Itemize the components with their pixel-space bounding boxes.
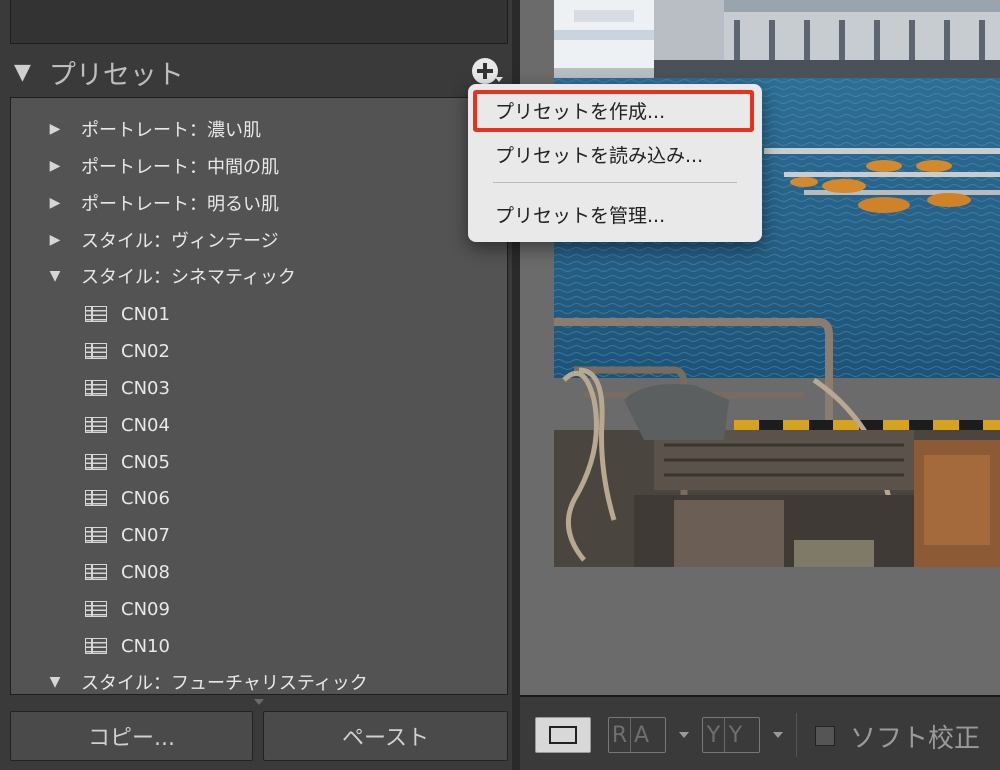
preset-list-icon xyxy=(85,306,107,322)
preset-list-icon xyxy=(85,527,107,543)
preset-group-label: スタイル：ヴィンテージ xyxy=(81,231,279,252)
preset-group-vintage[interactable]: ▶ スタイル：ヴィンテージ xyxy=(11,222,279,258)
before-after-ra-button[interactable]: R A xyxy=(608,717,666,753)
preset-group-portrait-light[interactable]: ▶ ポートレート：明るい肌 xyxy=(11,185,279,221)
soft-proof-label[interactable]: ソフト校正 xyxy=(850,716,980,756)
preset-label: CN01 xyxy=(121,303,170,325)
menu-item-import-presets[interactable]: プリセットを読み込み... xyxy=(468,136,762,172)
preset-group-label: スタイル：フューチャリスティック xyxy=(81,673,368,694)
preset-label: CN09 xyxy=(121,598,170,620)
preset-label: CN06 xyxy=(121,487,170,509)
ra-right-letter: A xyxy=(633,722,650,748)
loupe-view-button[interactable] xyxy=(535,717,591,753)
preset-group-portrait-medium[interactable]: ▶ ポートレート：中間の肌 xyxy=(11,148,279,184)
preset-list-icon xyxy=(85,638,107,654)
presets-panel-header[interactable]: ▼ プリセット xyxy=(14,52,184,92)
highlight-annotation-box xyxy=(473,90,754,132)
preset-label: CN03 xyxy=(121,377,170,399)
preset-group-label: スタイル：シネマティック xyxy=(81,267,296,288)
preset-label: CN07 xyxy=(121,524,170,546)
preset-label: CN08 xyxy=(121,561,170,583)
preset-tree: ▶ ポートレート：濃い肌 ▶ ポートレート：中間の肌 ▶ ポートレート：明るい肌… xyxy=(10,97,508,695)
yy-left-letter: Y xyxy=(703,718,725,752)
preset-group-cinematic[interactable]: ▼ スタイル：シネマティック xyxy=(11,258,296,294)
preset-group-portrait-dark[interactable]: ▶ ポートレート：濃い肌 xyxy=(11,111,261,147)
before-after-yy-button[interactable]: Y Y xyxy=(702,717,760,753)
preset-item-cn06[interactable]: CN06 xyxy=(11,480,170,516)
ra-dropdown-icon[interactable] xyxy=(679,732,689,738)
preset-label: CN10 xyxy=(121,635,170,657)
preset-item-cn07[interactable]: CN07 xyxy=(11,517,170,553)
triangle-right-icon[interactable]: ▶ xyxy=(47,121,63,137)
preset-list-icon xyxy=(85,564,107,580)
preset-item-cn05[interactable]: CN05 xyxy=(11,444,170,480)
yy-right-letter: Y xyxy=(728,722,743,748)
preset-list-icon xyxy=(85,490,107,506)
preset-group-label: ポートレート：濃い肌 xyxy=(81,120,261,141)
triangle-right-icon[interactable]: ▶ xyxy=(47,158,63,174)
preset-group-futuristic[interactable]: ▼ スタイル：フューチャリスティック xyxy=(11,664,368,694)
triangle-right-icon[interactable]: ▶ xyxy=(47,195,63,211)
preset-group-label: ポートレート：中間の肌 xyxy=(81,157,279,178)
preset-item-cn04[interactable]: CN04 xyxy=(11,407,170,443)
preset-group-label: ポートレート：明るい肌 xyxy=(81,194,279,215)
collapse-triangle-icon[interactable]: ▼ xyxy=(14,60,31,85)
triangle-down-icon[interactable]: ▼ xyxy=(47,674,63,690)
triangle-down-icon[interactable]: ▼ xyxy=(47,268,63,284)
preset-list-icon xyxy=(85,454,107,470)
upper-panel-box xyxy=(10,0,508,44)
menu-item-manage-presets[interactable]: プリセットを管理... xyxy=(468,196,762,232)
preset-item-cn02[interactable]: CN02 xyxy=(11,333,170,369)
preset-label: CN04 xyxy=(121,414,170,436)
paste-button[interactable]: ペースト xyxy=(263,711,508,761)
copy-button[interactable]: コピー... xyxy=(10,711,253,761)
dropdown-caret-icon xyxy=(495,77,503,82)
preset-label: CN05 xyxy=(121,451,170,473)
preset-item-cn09[interactable]: CN09 xyxy=(11,591,170,627)
toolbar-separator xyxy=(796,713,797,757)
preset-list-icon xyxy=(85,343,107,359)
preset-item-cn03[interactable]: CN03 xyxy=(11,370,170,406)
preset-list-icon xyxy=(85,417,107,433)
preset-item-cn01[interactable]: CN01 xyxy=(11,296,170,332)
single-view-icon xyxy=(549,726,577,744)
panel-resize-handle-icon[interactable] xyxy=(254,699,264,705)
presets-panel-title: プリセット xyxy=(48,59,184,91)
preset-item-cn08[interactable]: CN08 xyxy=(11,554,170,590)
menu-separator xyxy=(493,182,737,183)
ra-left-letter: R xyxy=(609,718,631,752)
preset-label: CN02 xyxy=(121,340,170,362)
preset-list-icon xyxy=(85,601,107,617)
triangle-right-icon[interactable]: ▶ xyxy=(47,232,63,248)
preset-item-cn10[interactable]: CN10 xyxy=(11,628,170,664)
yy-dropdown-icon[interactable] xyxy=(773,732,783,738)
preset-list-icon xyxy=(85,380,107,396)
soft-proof-checkbox[interactable] xyxy=(815,726,835,746)
